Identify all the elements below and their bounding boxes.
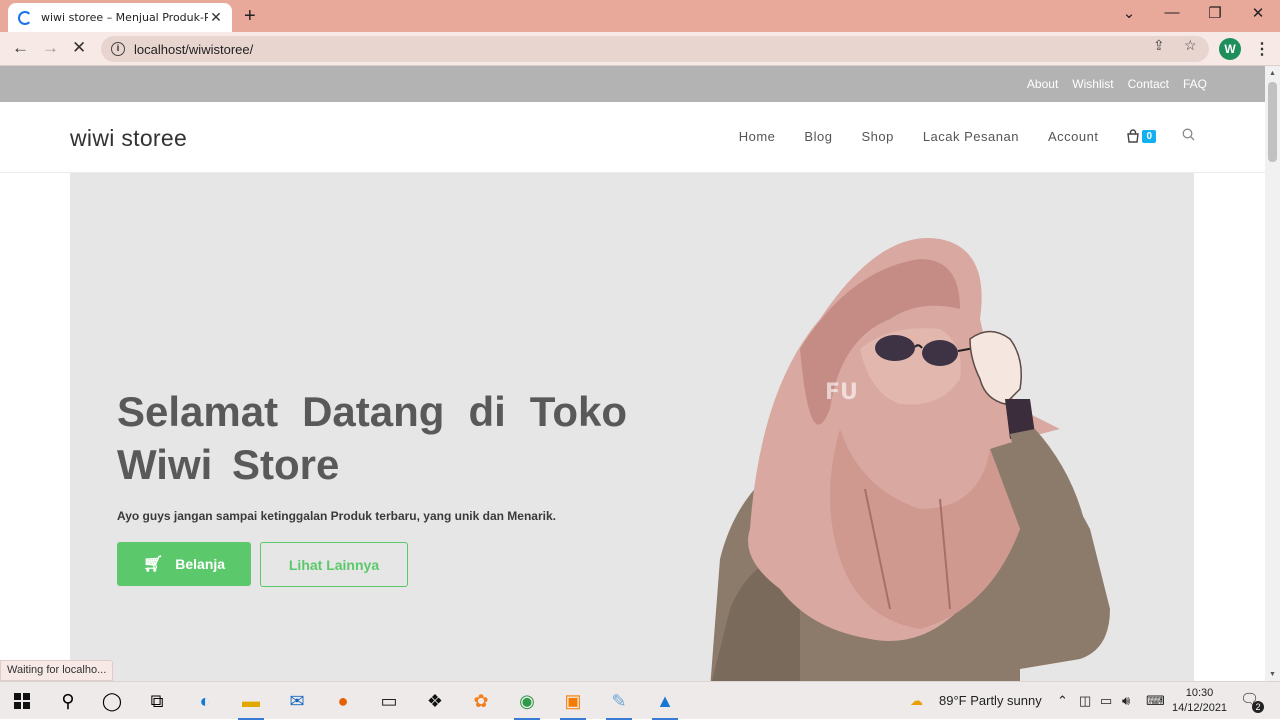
paint-icon[interactable]: ✎ [606,688,632,720]
topbar-link-wishlist[interactable]: Wishlist [1072,77,1113,91]
page-scrollbar[interactable]: ▲ ▼ [1265,66,1280,681]
cart-button[interactable]: 0 [1126,129,1156,143]
weather-text[interactable]: 89°F Partly sunny [939,693,1042,708]
loading-status-bubble: Waiting for localho... [0,660,114,681]
site-info-icon[interactable]: i [111,42,125,56]
clock-time: 10:30 [1185,687,1214,699]
tab-search-chevron-icon[interactable]: ⌄ [1119,4,1139,22]
network-icon[interactable]: ▭ [1100,693,1112,709]
topbar-link-about[interactable]: About [1027,77,1058,91]
weather-icon[interactable]: ☁ [910,693,923,709]
new-tab-button[interactable]: + [244,5,256,28]
minimize-button[interactable]: — [1162,4,1182,21]
windows-start-icon[interactable] [9,688,35,714]
notification-count-badge: 2 [1252,701,1264,713]
top-bar: About Wishlist Contact FAQ [0,66,1265,102]
search-icon[interactable] [1182,128,1195,144]
scrollbar-thumb[interactable] [1268,82,1277,162]
stop-loading-button[interactable]: ✕ [72,38,86,58]
url-text: localhost/wiwistoree/ [134,41,254,57]
bookmark-star-icon[interactable]: ☆ [1184,37,1197,54]
nav-home[interactable]: Home [739,129,776,144]
shopping-cart-icon: 🛒︎ [142,556,164,573]
dropbox-icon[interactable]: ❖ [422,688,448,714]
back-button[interactable]: ← [12,38,29,58]
meet-now-icon[interactable]: ◫ [1079,693,1091,709]
illustration-watermark: FU [825,380,858,405]
close-window-button[interactable]: ✕ [1248,4,1268,22]
windows-taskbar: ⚲ ◯ ⧉ ◐ ▬ ✉ ● ▭ ❖ ✿ ◉ ▣ ✎ ▲ ☁ 89°F Partl… [0,681,1280,720]
share-icon[interactable]: ⇪ [1153,37,1165,54]
volume-icon[interactable]: 🔊︎ [1122,693,1130,709]
hero-subtitle: Ayo guys jangan sampai ketinggalan Produ… [117,509,556,523]
clock-date: 14/12/2021 [1172,702,1228,714]
file-explorer-icon[interactable]: ▬ [238,688,264,720]
scroll-down-arrow-icon[interactable]: ▼ [1269,671,1276,678]
browser-menu-icon[interactable]: ⋮ [1254,39,1270,59]
hero-title: Selamat Datang di Toko Wiwi Store [117,388,627,488]
xampp-icon[interactable]: ▣ [560,688,586,720]
belanja-button-label: Belanja [175,556,226,572]
firefox-icon[interactable]: ● [330,688,356,714]
profile-avatar[interactable]: W [1219,38,1241,60]
nav-blog[interactable]: Blog [804,129,832,144]
amazon-icon[interactable]: ▭ [376,688,402,714]
loading-spinner-icon [18,10,32,25]
app-orange-icon[interactable]: ✿ [468,688,494,714]
tab-title: wiwi storee – Menjual Produk-Pr [41,11,208,24]
main-navigation: Home Blog Shop Lacak Pesanan Account 0 [710,128,1195,144]
tab-close-icon[interactable]: ✕ [208,9,224,26]
nav-shop[interactable]: Shop [861,129,893,144]
mail-icon[interactable]: ✉ [284,688,310,714]
search-taskbar-icon[interactable]: ⚲ [55,688,81,714]
forward-button[interactable]: → [42,38,59,58]
language-icon[interactable]: ⌨ [1146,693,1165,709]
topbar-link-contact[interactable]: Contact [1128,77,1169,91]
chrome-icon[interactable]: ◉ [514,688,540,720]
nav-lacak-pesanan[interactable]: Lacak Pesanan [923,129,1019,144]
cortana-icon[interactable]: ◯ [99,688,125,714]
site-header: wiwi storee Home Blog Shop Lacak Pesanan… [0,102,1265,173]
topbar-link-faq[interactable]: FAQ [1183,77,1207,91]
site-logo[interactable]: wiwi storee [70,125,187,152]
hero-banner: Selamat Datang di Toko Wiwi Store Ayo gu… [70,173,1194,681]
cart-count-badge: 0 [1142,129,1156,143]
web-page: About Wishlist Contact FAQ wiwi storee H… [0,66,1265,681]
nav-account[interactable]: Account [1048,129,1098,144]
shopping-bag-icon [1127,129,1140,143]
tray-chevron-icon[interactable]: ⌃ [1057,693,1068,709]
hijab-woman-illustration: FU [710,238,1110,681]
lihat-lainnya-button[interactable]: Lihat Lainnya [260,542,408,587]
edge-browser-icon[interactable]: ◐ [192,688,218,714]
belanja-button[interactable]: 🛒︎ Belanja [117,542,251,586]
photos-icon[interactable]: ▲ [652,688,678,720]
scroll-up-arrow-icon[interactable]: ▲ [1269,70,1276,77]
browser-tab[interactable]: wiwi storee – Menjual Produk-Pr ✕ [8,3,232,32]
task-view-icon[interactable]: ⧉ [144,688,170,714]
browser-titlebar: wiwi storee – Menjual Produk-Pr ✕ + ⌄ — … [0,0,1280,32]
browser-toolbar: ← → ✕ i localhost/wiwistoree/ ⇪ ☆ W ⋮ [0,32,1280,66]
address-bar[interactable]: i localhost/wiwistoree/ [101,36,1209,62]
lihat-lainnya-label: Lihat Lainnya [288,556,380,573]
system-clock[interactable]: 10:30 14/12/2021 [1172,686,1227,716]
maximize-button[interactable]: ❐ [1205,4,1225,22]
